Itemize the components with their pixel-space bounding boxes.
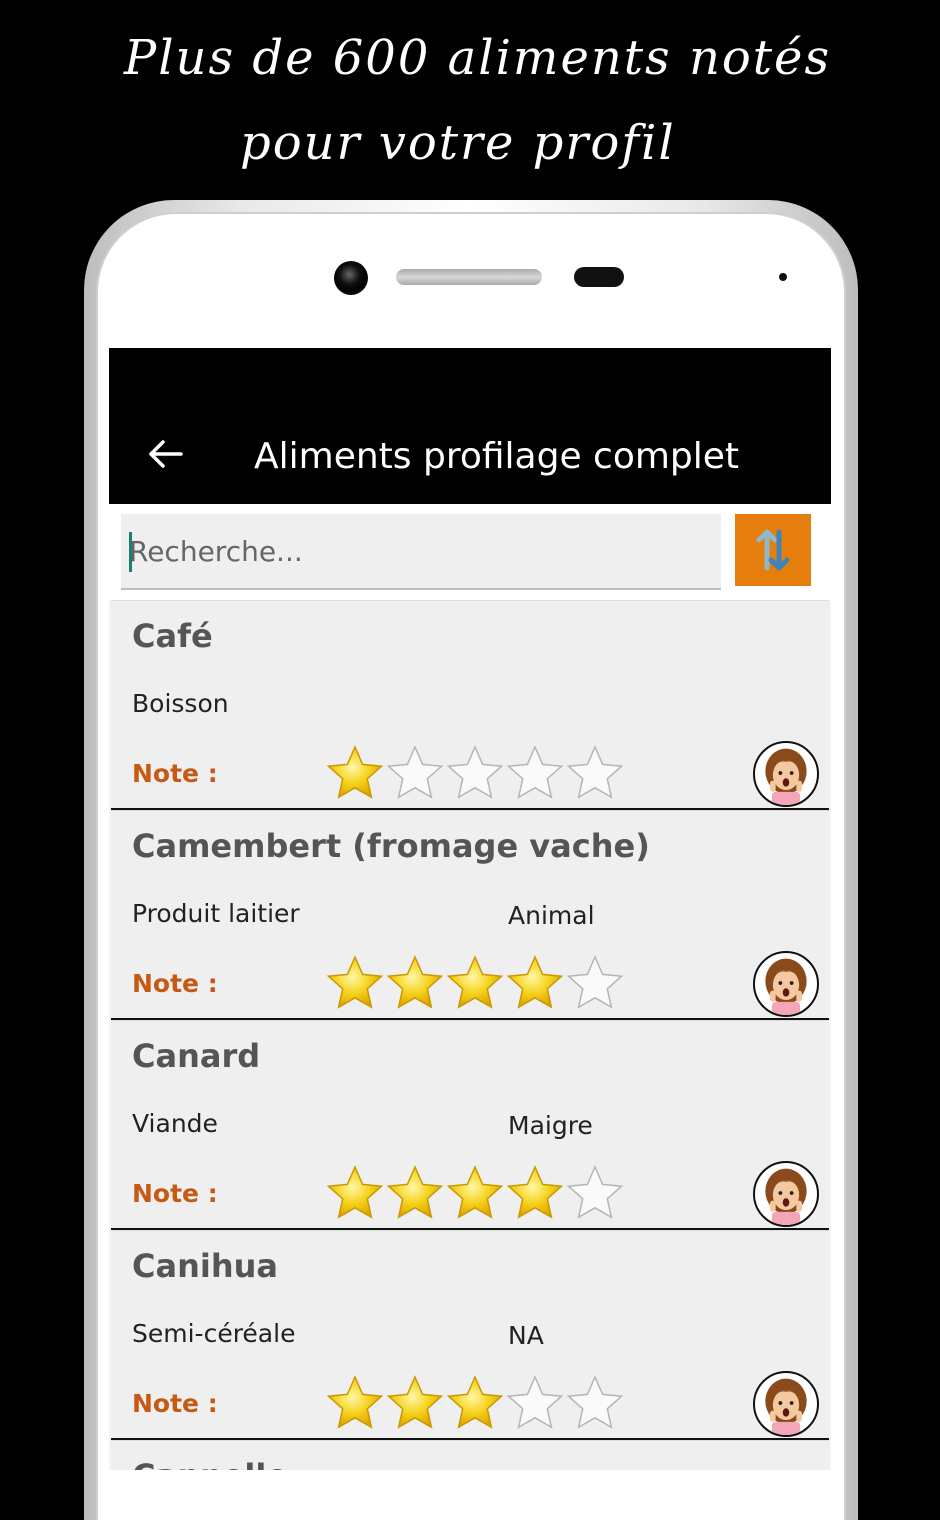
profile-avatar-icon[interactable] (753, 741, 819, 807)
food-name: Canard (132, 1037, 261, 1075)
star-empty-icon (566, 955, 624, 1009)
search-input[interactable] (121, 514, 721, 590)
text-cursor (129, 532, 132, 572)
rating-stars (325, 1163, 625, 1223)
star-empty-icon (566, 745, 624, 799)
food-subcategory: NA (508, 1321, 544, 1350)
rating-stars (325, 743, 625, 803)
food-category: Viande (132, 1109, 218, 1138)
food-name: Cannelle (132, 1457, 288, 1470)
rating-stars (325, 953, 625, 1013)
app-bar: Aliments profilage complet (109, 348, 831, 504)
star-filled-icon (326, 1165, 384, 1219)
woman-face-icon (765, 1168, 807, 1225)
sort-arrows-icon (756, 529, 790, 571)
star-filled-icon (446, 1375, 504, 1429)
food-category: Boisson (132, 689, 229, 718)
light-sensor (779, 273, 787, 281)
star-empty-icon (386, 745, 444, 799)
profile-avatar-icon[interactable] (753, 1161, 819, 1227)
food-name: Camembert (fromage vache) (132, 827, 650, 865)
star-empty-icon (506, 745, 564, 799)
food-list: Café Boisson Note : Camembert (fromage v… (111, 600, 829, 1470)
star-empty-icon (446, 745, 504, 799)
star-empty-icon (506, 1375, 564, 1429)
profile-avatar-icon[interactable] (753, 1371, 819, 1437)
star-filled-icon (326, 1375, 384, 1429)
star-empty-icon (566, 1375, 624, 1429)
star-filled-icon (506, 955, 564, 1009)
star-filled-icon (326, 955, 384, 1009)
list-item[interactable]: Canard Viande Maigre Note : (111, 1020, 829, 1230)
woman-face-icon (765, 1378, 807, 1435)
promo-line-2: pour votre profil (240, 115, 676, 171)
rating-stars (325, 1373, 625, 1433)
star-empty-icon (566, 1165, 624, 1219)
search-bar (109, 504, 831, 600)
food-name: Canihua (132, 1247, 278, 1285)
arrow-left-icon (149, 440, 183, 468)
list-item[interactable]: Camembert (fromage vache) Produit laitie… (111, 810, 829, 1020)
page-title: Aliments profilage complet (254, 436, 740, 477)
star-filled-icon (506, 1165, 564, 1219)
list-item[interactable]: Cannelle (111, 1440, 829, 1470)
phone-screen: Aliments profilage complet Café Boisson … (109, 348, 831, 1470)
profile-avatar-icon[interactable] (753, 951, 819, 1017)
proximity-sensor (574, 267, 624, 287)
list-item[interactable]: Canihua Semi-céréale NA Note : (111, 1230, 829, 1440)
food-category: Semi-céréale (132, 1319, 296, 1348)
food-name: Café (132, 617, 213, 655)
woman-face-icon (765, 958, 807, 1015)
food-subcategory: Animal (508, 901, 595, 930)
star-filled-icon (386, 1165, 444, 1219)
note-label: Note : (132, 969, 218, 998)
star-filled-icon (386, 1375, 444, 1429)
woman-face-icon (765, 748, 807, 805)
note-label: Note : (132, 1179, 218, 1208)
food-category: Produit laitier (132, 899, 300, 928)
star-filled-icon (326, 745, 384, 799)
note-label: Note : (132, 759, 218, 788)
food-subcategory: Maigre (508, 1111, 593, 1140)
star-filled-icon (446, 1165, 504, 1219)
note-label: Note : (132, 1389, 218, 1418)
back-button[interactable] (145, 434, 185, 474)
star-filled-icon (386, 955, 444, 1009)
star-filled-icon (446, 955, 504, 1009)
list-item[interactable]: Café Boisson Note : (111, 600, 829, 810)
sort-button[interactable] (735, 514, 811, 586)
earpiece-speaker (396, 269, 542, 285)
front-camera-icon (334, 261, 368, 295)
promo-line-1: Plus de 600 aliments notés (123, 30, 832, 86)
